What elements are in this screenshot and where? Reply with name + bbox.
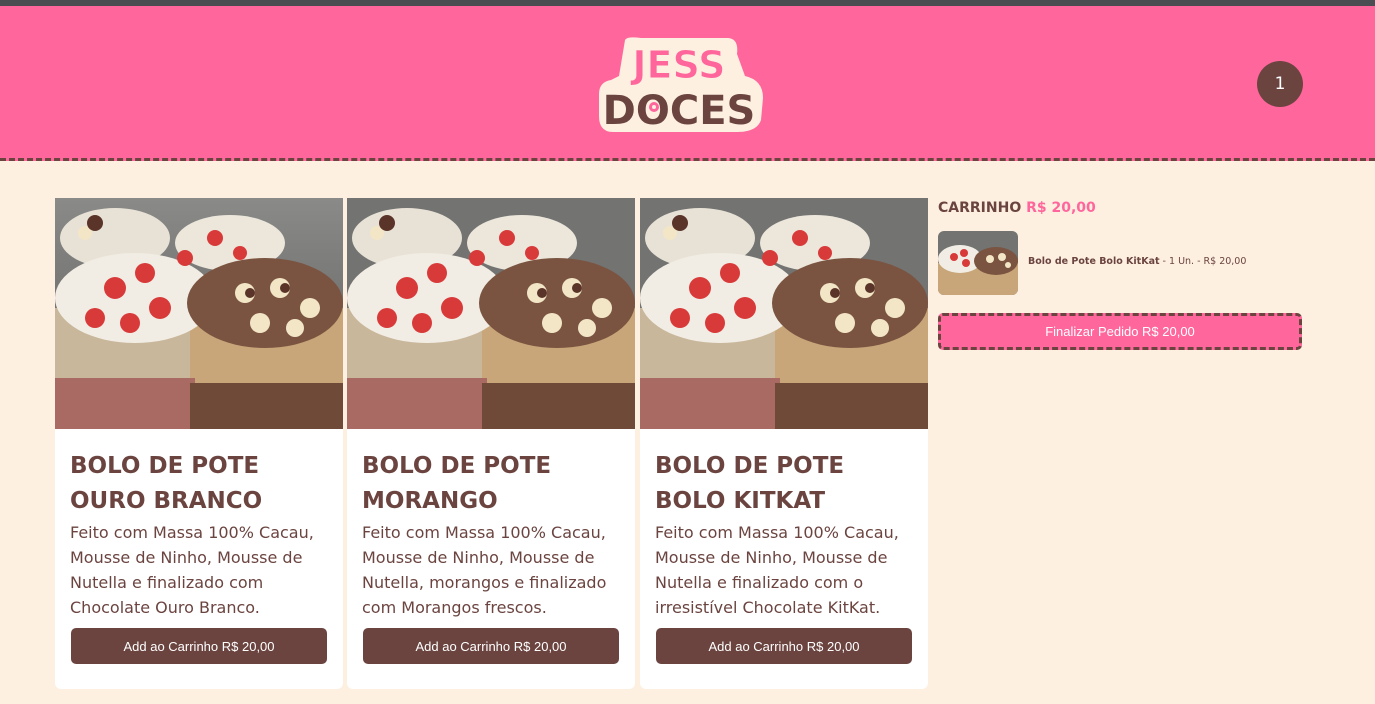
product-card: BOLO DE POTE MORANGO Feito com Massa 100… — [347, 198, 635, 689]
cart-item-details: - 1 Un. - R$ 20,00 — [1159, 256, 1247, 267]
cart-total: R$ 20,00 — [1026, 200, 1096, 216]
product-card: BOLO DE POTE BOLO KITKAT Feito com Massa… — [640, 198, 928, 689]
product-description: Feito com Massa 100% Cacau, Mousse de Ni… — [655, 523, 899, 617]
cart-item: Bolo de Pote Bolo KitKat - 1 Un. - R$ 20… — [1028, 256, 1246, 267]
add-to-cart-button[interactable]: Add ao Carrinho R$ 20,00 — [71, 628, 327, 664]
cart-count-value: 1 — [1274, 74, 1286, 94]
product-image — [640, 198, 928, 429]
cart-item-name: Bolo de Pote Bolo KitKat — [1028, 256, 1160, 267]
logo-line1: JESS — [629, 43, 725, 87]
add-to-cart-button[interactable]: Add ao Carrinho R$ 20,00 — [656, 628, 912, 664]
product-image — [347, 198, 635, 429]
product-card: BOLO DE POTE OURO BRANCO Feito com Massa… — [55, 198, 343, 689]
site-header: JESS DOCES 1 — [0, 6, 1375, 161]
checkout-button[interactable]: Finalizar Pedido R$ 20,00 — [938, 313, 1302, 350]
product-description: Feito com Massa 100% Cacau, Mousse de Ni… — [362, 523, 607, 617]
product-title: BOLO DE POTE MORANGO — [362, 453, 552, 514]
product-title: BOLO DE POTE OURO BRANCO — [70, 453, 263, 514]
add-to-cart-button[interactable]: Add ao Carrinho R$ 20,00 — [363, 628, 619, 664]
cart-count-badge[interactable]: 1 — [1257, 61, 1303, 107]
cart-heading: CARRINHO R$ 20,00 — [938, 200, 1096, 216]
product-image — [55, 198, 343, 429]
product-description: Feito com Massa 100% Cacau, Mousse de Ni… — [70, 523, 314, 617]
product-title: BOLO DE POTE BOLO KITKAT — [655, 453, 845, 514]
cart-item-image — [938, 231, 1018, 295]
cart-title: CARRINHO — [938, 200, 1022, 216]
logo-line2: DOCES — [603, 88, 756, 132]
jess-doces-logo[interactable]: JESS DOCES — [597, 36, 763, 132]
